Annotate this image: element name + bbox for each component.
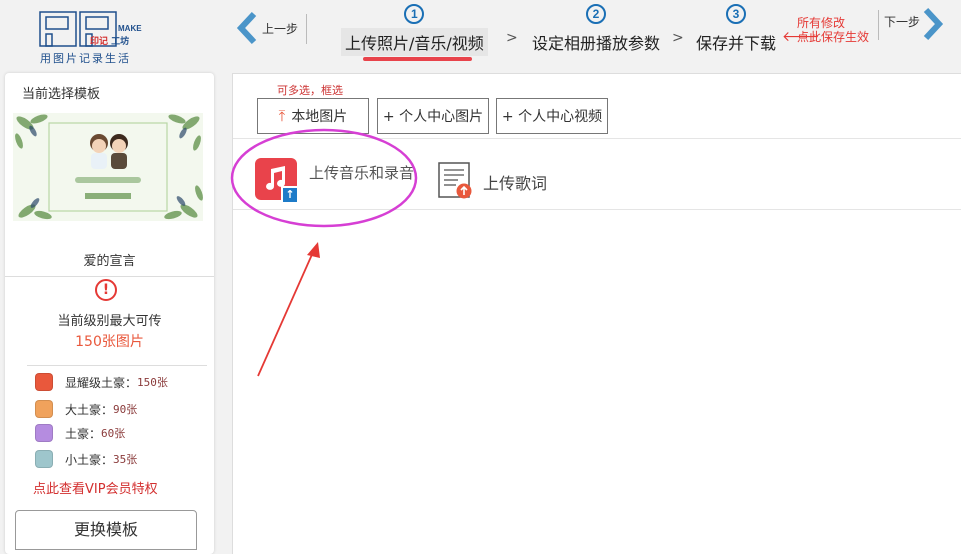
divider	[233, 209, 961, 210]
tier-badge-icon	[35, 450, 53, 468]
step-2-label: 设定相册播放参数	[532, 34, 661, 53]
step-separator: >	[672, 30, 684, 46]
tier-item: 土豪： 60张	[35, 423, 125, 443]
change-template-button[interactable]: 更换模板	[15, 510, 197, 550]
sidebar-title: 当前选择模板	[22, 87, 101, 102]
prev-step-label: 上一步	[262, 21, 299, 36]
tier-value: 35张	[113, 453, 138, 466]
level-limit-count: 150张图片	[75, 334, 144, 350]
next-step-button[interactable]: 下一步	[884, 6, 944, 42]
divider	[5, 276, 214, 277]
logo-subtitle: 印记 工坊	[90, 37, 130, 47]
personal-center-images-button[interactable]: + 个人中心图片	[377, 98, 489, 134]
upload-music-button[interactable]: ↑ 上传音乐和录音	[255, 158, 440, 206]
divider	[306, 14, 307, 44]
local-images-label: 本地图片	[291, 109, 348, 125]
multi-select-hint: 可多选，框选	[277, 84, 343, 97]
template-preview-image	[13, 113, 203, 221]
logo-slogan: 用图片记录生活	[40, 52, 131, 65]
tier-value: 150张	[137, 376, 168, 389]
step-3[interactable]: 3 保存并下载	[692, 4, 780, 56]
tier-item: 大土豪： 90张	[35, 399, 137, 419]
save-tip[interactable]: 🡐 所有修改 点此保存生效	[782, 16, 869, 44]
warning-icon: !	[95, 279, 117, 301]
save-tip-line1: 所有修改	[797, 16, 846, 30]
tier-badge-icon	[35, 373, 53, 391]
music-note-icon: ↑	[255, 158, 299, 204]
tier-label: 显耀级土豪：	[65, 375, 138, 390]
step-2-number: 2	[586, 4, 606, 24]
step-1[interactable]: 1 上传照片/音乐/视频	[341, 4, 488, 56]
step-1-number: 1	[404, 4, 425, 24]
upload-lyrics-label: 上传歌词	[483, 174, 548, 193]
personal-center-videos-button[interactable]: + 个人中心视频	[496, 98, 608, 134]
tier-value: 60张	[101, 427, 126, 440]
active-step-underline	[363, 57, 472, 61]
prev-step-button[interactable]: 上一步	[236, 10, 298, 46]
divider	[878, 10, 879, 40]
arrow-left-icon: 🡐	[782, 29, 820, 45]
upload-panel: 可多选，框选 ⤒ 本地图片 + 个人中心图片 + 个人中心视频 ↑ 上传音乐和录…	[232, 73, 961, 554]
template-thumbnail[interactable]	[13, 113, 203, 221]
tier-label: 小土豪：	[65, 452, 114, 467]
step-3-number: 3	[726, 4, 746, 24]
next-step-label: 下一步	[884, 14, 921, 29]
personal-center-images-label: + 个人中心图片	[382, 109, 484, 125]
vip-privileges-link[interactable]: 点此查看VIP会员特权	[33, 478, 158, 497]
upload-lyrics-button[interactable]: 上传歌词	[438, 162, 558, 208]
template-name: 爱的宣言	[83, 254, 136, 269]
upload-badge-icon: ↑	[281, 186, 299, 204]
lyrics-document-icon	[438, 162, 472, 199]
tier-item: 显耀级土豪： 150张	[35, 372, 168, 392]
divider	[27, 365, 207, 366]
tier-label: 土豪：	[65, 426, 102, 441]
tier-label: 大土豪：	[65, 402, 114, 417]
chevron-left-icon	[236, 11, 257, 45]
upload-music-label: 上传音乐和录音	[309, 164, 415, 182]
tier-badge-icon	[35, 424, 53, 442]
level-limit-label: 当前级别最大可传	[57, 314, 162, 329]
header: MAKE 印记 工坊 用图片记录生活 上一步 1 上传照片/音乐/视频 > 2 …	[0, 0, 961, 68]
step-2[interactable]: 2 设定相册播放参数	[528, 4, 664, 56]
divider	[233, 138, 961, 139]
local-images-button[interactable]: ⤒ 本地图片	[257, 98, 369, 134]
logo-make: MAKE	[118, 24, 142, 33]
step-separator: >	[506, 30, 518, 46]
template-sidebar: 当前选择模板 爱的宣言 ! 当前级别最大可传 150张图片 显耀级土豪： 150…	[5, 73, 214, 554]
step-3-label: 保存并下载	[696, 34, 777, 53]
upload-arrow-icon: ⤒	[278, 107, 286, 125]
tier-value: 90张	[113, 403, 138, 416]
chevron-right-icon	[923, 7, 944, 41]
personal-center-videos-label: + 个人中心视频	[501, 109, 603, 125]
tier-badge-icon	[35, 400, 53, 418]
tier-item: 小土豪： 35张	[35, 449, 137, 469]
logo: MAKE 印记 工坊 用图片记录生活	[38, 10, 150, 66]
step-1-label: 上传照片/音乐/视频	[341, 28, 488, 56]
